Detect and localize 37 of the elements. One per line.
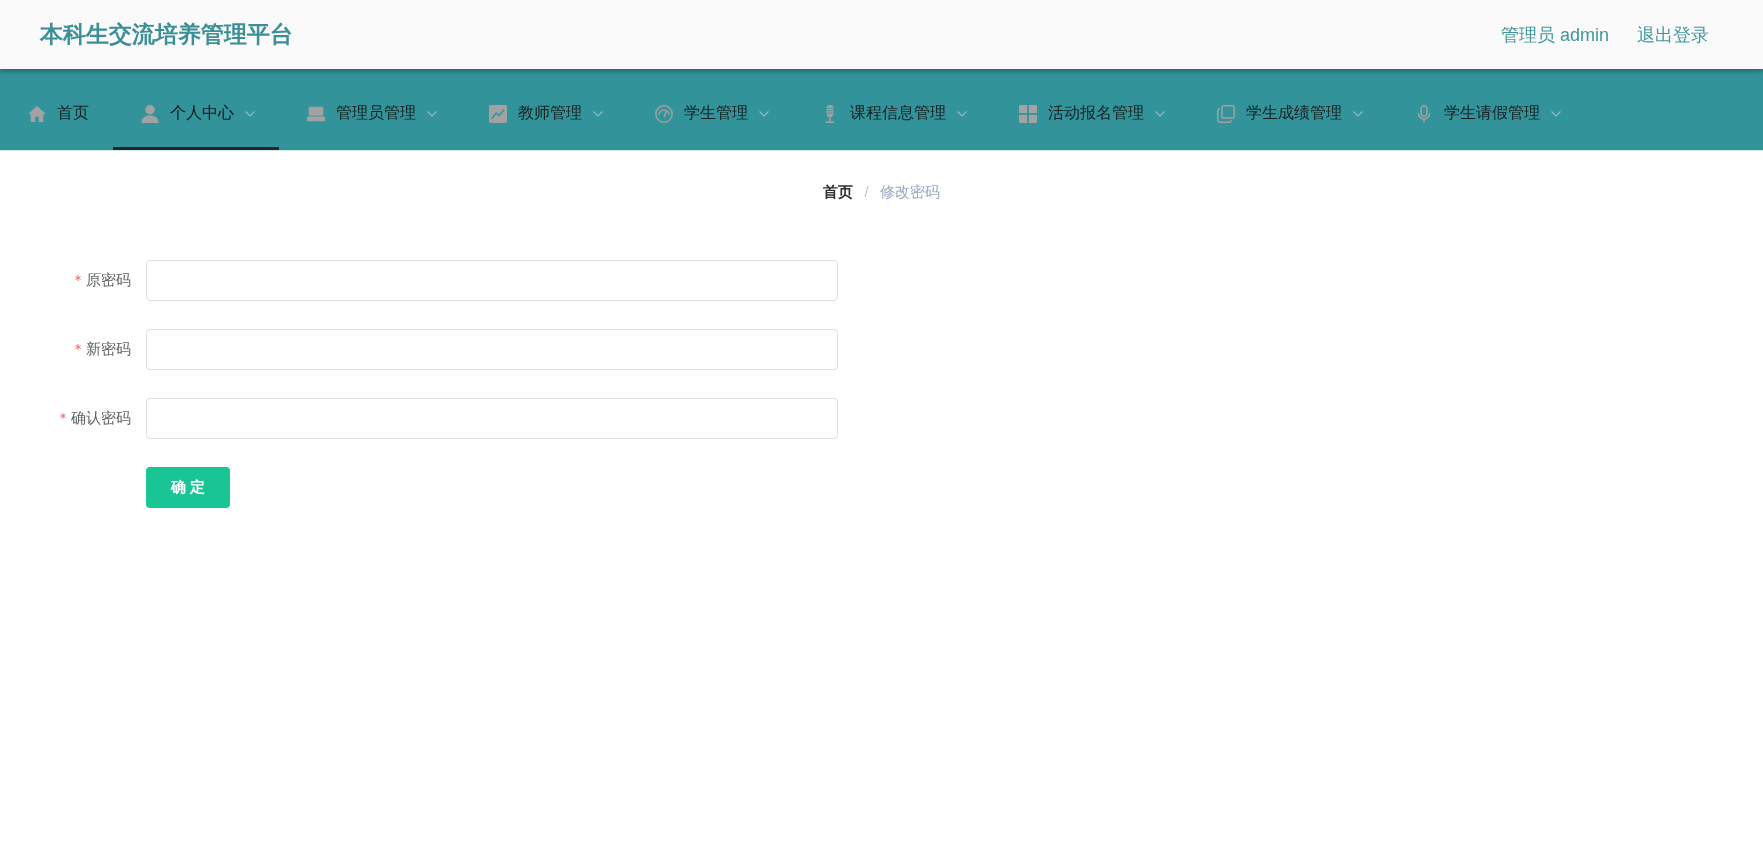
nav-menu-item[interactable]: 管理员管理 bbox=[279, 69, 461, 150]
field-label: 新密码 bbox=[86, 340, 131, 359]
user-icon bbox=[141, 104, 159, 123]
chart-icon bbox=[489, 104, 507, 123]
nav-menu-item[interactable]: 课程信息管理 bbox=[793, 69, 991, 150]
password-field[interactable] bbox=[146, 398, 838, 439]
chevron-down-icon bbox=[1551, 110, 1561, 117]
breadcrumb-separator: / bbox=[864, 182, 869, 202]
gauge-icon bbox=[655, 104, 673, 123]
grid-icon bbox=[1019, 104, 1037, 123]
logout-link[interactable]: 退出登录 bbox=[1637, 22, 1709, 47]
field-label: 原密码 bbox=[86, 271, 131, 290]
nav-menu-item[interactable]: 教师管理 bbox=[461, 69, 627, 150]
nav-menu-item[interactable]: 学生成绩管理 bbox=[1189, 69, 1387, 150]
password-field[interactable] bbox=[146, 260, 838, 301]
breadcrumb-link[interactable]: 首页 bbox=[823, 182, 854, 202]
user-name: 管理员 admin bbox=[1500, 23, 1609, 47]
chevron-down-icon bbox=[957, 110, 967, 117]
nav-menu-item[interactable]: 学生请假管理 bbox=[1387, 69, 1585, 150]
nav-menu-item[interactable]: 学生管理 bbox=[627, 69, 793, 150]
site-title: 本科生交流培养管理平台 bbox=[40, 20, 293, 49]
field-label: 确认密码 bbox=[71, 409, 131, 428]
chevron-down-icon bbox=[593, 110, 603, 117]
chevron-down-icon bbox=[1353, 110, 1363, 117]
monitor-icon bbox=[307, 104, 325, 123]
chevron-down-icon bbox=[245, 110, 255, 117]
nav-menu-item[interactable]: 个人中心 bbox=[113, 69, 279, 150]
chevron-down-icon bbox=[759, 110, 769, 117]
home-icon bbox=[28, 104, 46, 123]
nav-menu-item[interactable]: 活动报名管理 bbox=[991, 69, 1189, 150]
password-field[interactable] bbox=[146, 329, 838, 370]
chevron-down-icon bbox=[1155, 110, 1165, 117]
microphone-icon bbox=[1415, 104, 1433, 123]
chevron-down-icon bbox=[427, 110, 437, 117]
copy-icon bbox=[1217, 104, 1235, 123]
nav-menu-item[interactable]: 首页 bbox=[0, 69, 113, 150]
current-page-title: 修改密码 bbox=[879, 182, 940, 202]
